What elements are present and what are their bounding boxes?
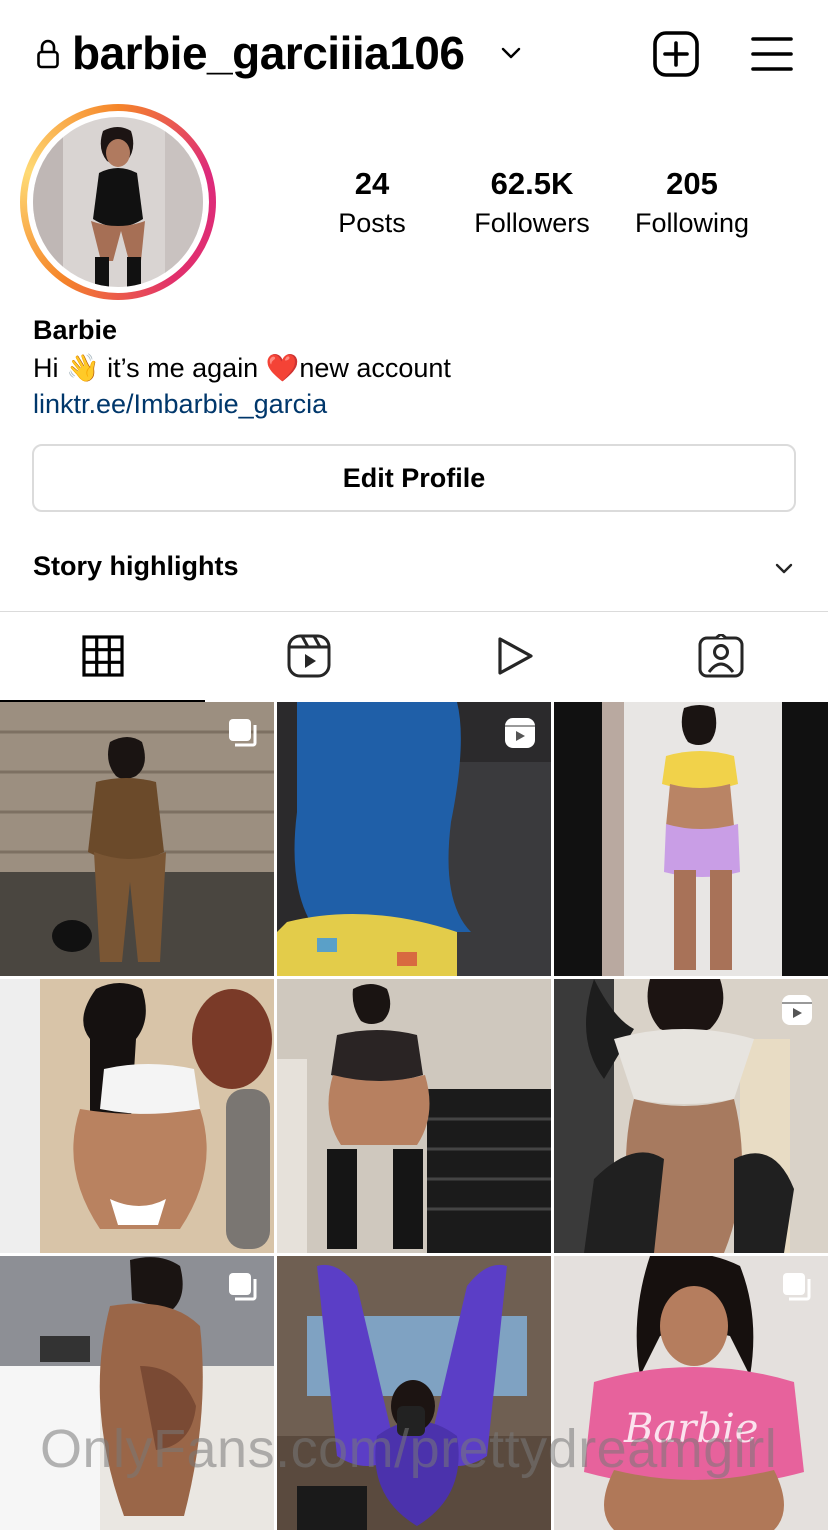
following-value: 205: [666, 166, 718, 201]
followers-label: Followers: [474, 208, 590, 238]
tab-reels[interactable]: [206, 612, 412, 700]
plus-square-icon[interactable]: [652, 30, 700, 78]
watermark-text: OnlyFans.com/prettydreamgirl: [40, 1419, 778, 1479]
username-title[interactable]: barbie_garciiia106: [72, 26, 465, 80]
carousel-icon: [229, 719, 257, 747]
profile-name: Barbie: [33, 315, 118, 345]
top-bar: barbie_garciiia106: [0, 0, 828, 108]
posts-count[interactable]: 24 Posts: [292, 166, 452, 239]
profile-link[interactable]: linktr.ee/Imbarbie_garcia: [33, 389, 327, 420]
tagged-icon: [698, 634, 744, 678]
followers-count[interactable]: 62.5K Followers: [452, 166, 612, 239]
posts-value: 24: [354, 166, 390, 201]
tab-videos[interactable]: [412, 612, 618, 700]
reel-icon: [505, 718, 535, 748]
carousel-icon: [783, 1273, 811, 1301]
tab-tagged[interactable]: [618, 612, 824, 700]
following-label: Following: [634, 208, 750, 238]
posts-grid: Barbie: [0, 702, 828, 1531]
post-thumbnail[interactable]: Barbie: [554, 1256, 828, 1530]
followers-value: 62.5K: [490, 166, 574, 201]
hamburger-menu-icon[interactable]: [750, 34, 794, 74]
carousel-icon: [229, 1273, 257, 1301]
post-thumbnail[interactable]: [0, 1256, 274, 1530]
following-count[interactable]: 205 Following: [612, 166, 772, 239]
post-thumbnail[interactable]: [0, 702, 274, 976]
story-highlights-label[interactable]: Story highlights: [33, 551, 239, 582]
reels-icon: [287, 634, 331, 678]
lock-icon: [37, 39, 59, 69]
post-thumbnail[interactable]: [277, 702, 551, 976]
tab-posts-grid[interactable]: [0, 612, 206, 702]
post-thumbnail[interactable]: [554, 979, 828, 1253]
profile-photo: [33, 117, 203, 287]
post-thumbnail[interactable]: [554, 702, 828, 976]
post-thumbnail[interactable]: [277, 1256, 551, 1530]
avatar[interactable]: [20, 104, 216, 300]
posts-label: Posts: [338, 208, 406, 238]
chevron-down-icon[interactable]: [774, 558, 794, 578]
edit-profile-button[interactable]: Edit Profile: [32, 444, 796, 512]
play-icon: [498, 637, 533, 675]
chevron-down-icon[interactable]: [498, 40, 524, 66]
reel-icon: [782, 995, 812, 1025]
post-thumbnail[interactable]: [277, 979, 551, 1253]
profile-bio: Hi 👋 it’s me again ❤️new account: [33, 353, 451, 383]
grid-icon: [82, 635, 124, 677]
post-thumbnail[interactable]: [0, 979, 274, 1253]
